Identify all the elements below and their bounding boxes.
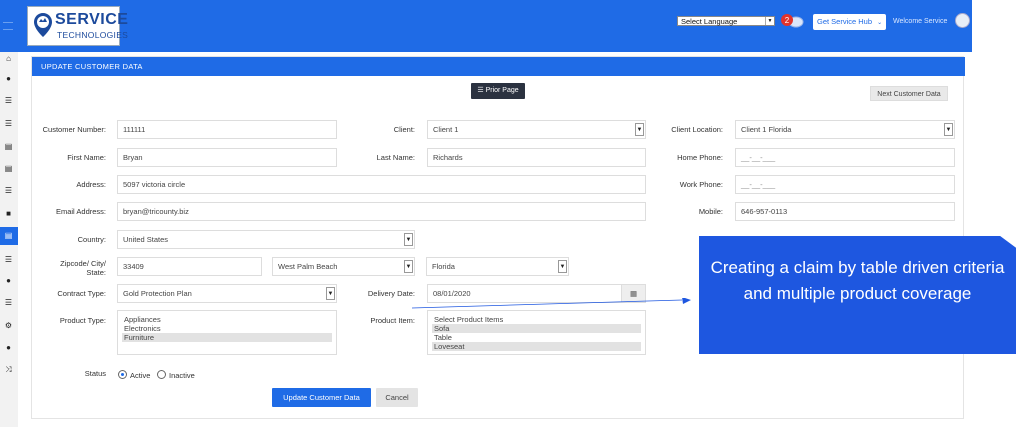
- status-inactive-radio[interactable]: [157, 370, 166, 379]
- zipcode-input[interactable]: 33409: [117, 257, 262, 276]
- product-item-listbox[interactable]: Select Product Items Sofa Table Loveseat: [427, 310, 646, 355]
- email-label: Email Address:: [55, 207, 106, 216]
- state-value: Florida: [432, 262, 455, 271]
- user-icon[interactable]: ●: [3, 73, 14, 84]
- mobile-input[interactable]: 646-957-0113: [735, 202, 955, 221]
- settings-icon[interactable]: ⚙: [3, 320, 14, 331]
- status-inactive-label: Inactive: [169, 371, 195, 380]
- language-select[interactable]: Select Language ▼: [677, 16, 775, 26]
- delivery-date-label: Delivery Date:: [367, 289, 415, 298]
- sidebar: ⌂ ● ☰ ☰ ▤ ▤ ☰ ■ ▤ ☰ ● ☰ ⚙ ● ⤨: [0, 52, 18, 427]
- top-navbar: SERVICE TECHNOLOGIES Select Language ▼ 2…: [0, 0, 972, 52]
- address-label: Address:: [76, 180, 106, 189]
- user-icon[interactable]: ●: [3, 275, 14, 286]
- panel-title: UPDATE CUSTOMER DATA: [32, 57, 965, 76]
- hub-button-label: Get Service Hub: [817, 17, 873, 26]
- customer-number-input[interactable]: 111111: [117, 120, 337, 139]
- chevron-down-icon: ▼: [944, 123, 953, 136]
- email-input[interactable]: bryan@tricounty.biz: [117, 202, 646, 221]
- edit-document-icon[interactable]: ▤: [3, 230, 14, 241]
- home-phone-input[interactable]: __-__-___: [735, 148, 955, 167]
- status-active-label: Active: [130, 371, 151, 380]
- country-value: United States: [123, 235, 169, 244]
- map-pin-icon: [34, 13, 52, 37]
- contract-type-select[interactable]: Gold Protection Plan ▼: [117, 284, 337, 303]
- cancel-button[interactable]: Cancel: [376, 388, 418, 407]
- country-select[interactable]: United States ▼: [117, 230, 415, 249]
- chevron-down-icon: ▼: [558, 260, 567, 273]
- update-customer-data-button[interactable]: Update Customer Data: [272, 388, 371, 407]
- list-icon[interactable]: ☰: [3, 185, 14, 196]
- menu-icon[interactable]: [3, 22, 13, 30]
- user-icon[interactable]: ●: [3, 342, 14, 353]
- product-item-label: Product Item:: [370, 316, 415, 325]
- home-icon[interactable]: ⌂: [3, 53, 14, 64]
- logo-title: SERVICE: [55, 11, 129, 28]
- city-value: West Palm Beach: [278, 262, 338, 271]
- document-icon[interactable]: ▤: [3, 163, 14, 174]
- status-label: Status: [84, 369, 106, 378]
- list-icon: ☰: [477, 87, 486, 94]
- status-active-radio[interactable]: [118, 370, 127, 379]
- delivery-date-value: 08/01/2020: [433, 289, 471, 298]
- product-type-label: Product Type:: [59, 316, 106, 325]
- client-location-value: Client 1 Florida: [741, 125, 792, 134]
- chevron-down-icon: ⌄: [877, 20, 883, 26]
- client-value: Client 1: [433, 125, 459, 134]
- list-option[interactable]: Table: [432, 333, 641, 342]
- notification-count: 2: [785, 16, 790, 25]
- chevron-down-icon: ▼: [326, 287, 335, 300]
- logo-subtitle: TECHNOLOGIES: [57, 30, 129, 40]
- zip-city-state-label: Zipcode/ City/ State:: [60, 259, 106, 277]
- contract-type-value: Gold Protection Plan: [123, 289, 192, 298]
- address-input[interactable]: 5097 victoria circle: [117, 175, 646, 194]
- list-icon[interactable]: ☰: [3, 118, 14, 129]
- notification-icon[interactable]: 2: [780, 13, 804, 29]
- document-icon[interactable]: ▤: [3, 141, 14, 152]
- list-option[interactable]: Electronics: [122, 324, 332, 333]
- list-option[interactable]: Appliances: [122, 315, 332, 324]
- get-service-hub-button[interactable]: Get Service Hub ⌄: [813, 14, 886, 30]
- language-select-label: Select Language: [681, 17, 738, 26]
- mobile-label: Mobile:: [698, 207, 723, 216]
- last-name-input[interactable]: Richards: [427, 148, 646, 167]
- chevron-down-icon: ▼: [404, 260, 413, 273]
- chevron-down-icon: ▼: [404, 233, 413, 246]
- list-option[interactable]: Loveseat: [432, 342, 641, 351]
- list-icon[interactable]: ☰: [3, 297, 14, 308]
- welcome-text: Welcome Service: [893, 18, 948, 25]
- list-option[interactable]: Select Product Items: [432, 315, 641, 324]
- client-location-select[interactable]: Client 1 Florida ▼: [735, 120, 955, 139]
- client-label: Client:: [393, 125, 415, 134]
- client-location-label: Client Location:: [671, 125, 723, 134]
- last-name-label: Last Name:: [376, 153, 415, 162]
- product-type-listbox[interactable]: Appliances Electronics Furniture: [117, 310, 337, 355]
- customer-number-label: Customer Number:: [42, 125, 106, 134]
- lock-icon[interactable]: ■: [3, 208, 14, 219]
- chevron-down-icon: ▼: [635, 123, 644, 136]
- work-phone-input[interactable]: __-__-___: [735, 175, 955, 194]
- work-phone-label: Work Phone:: [679, 180, 723, 189]
- first-name-label: First Name:: [67, 153, 106, 162]
- company-logo[interactable]: SERVICE TECHNOLOGIES: [27, 6, 128, 46]
- callout-arrow: [412, 298, 691, 309]
- list-option[interactable]: Sofa: [432, 324, 641, 333]
- user-avatar[interactable]: [955, 13, 970, 28]
- prior-page-label: Prior Page: [485, 87, 519, 94]
- shuffle-icon[interactable]: ⤨: [3, 364, 14, 375]
- prior-page-button[interactable]: ☰ Prior Page: [471, 83, 525, 99]
- city-select[interactable]: West Palm Beach ▼: [272, 257, 415, 276]
- list-icon[interactable]: ☰: [3, 254, 14, 265]
- list-option[interactable]: Furniture: [122, 333, 332, 342]
- chevron-down-icon: ▼: [765, 17, 774, 25]
- home-phone-label: Home Phone:: [677, 153, 723, 162]
- state-select[interactable]: Florida ▼: [426, 257, 569, 276]
- list-icon[interactable]: ☰: [3, 95, 14, 106]
- first-name-input[interactable]: Bryan: [117, 148, 337, 167]
- callout-text: Creating a claim by table driven criteri…: [710, 258, 1005, 303]
- contract-type-label: Contract Type:: [57, 289, 106, 298]
- next-customer-data-button[interactable]: Next Customer Data: [870, 86, 948, 101]
- country-label: Country:: [77, 235, 106, 244]
- client-select[interactable]: Client 1 ▼: [427, 120, 646, 139]
